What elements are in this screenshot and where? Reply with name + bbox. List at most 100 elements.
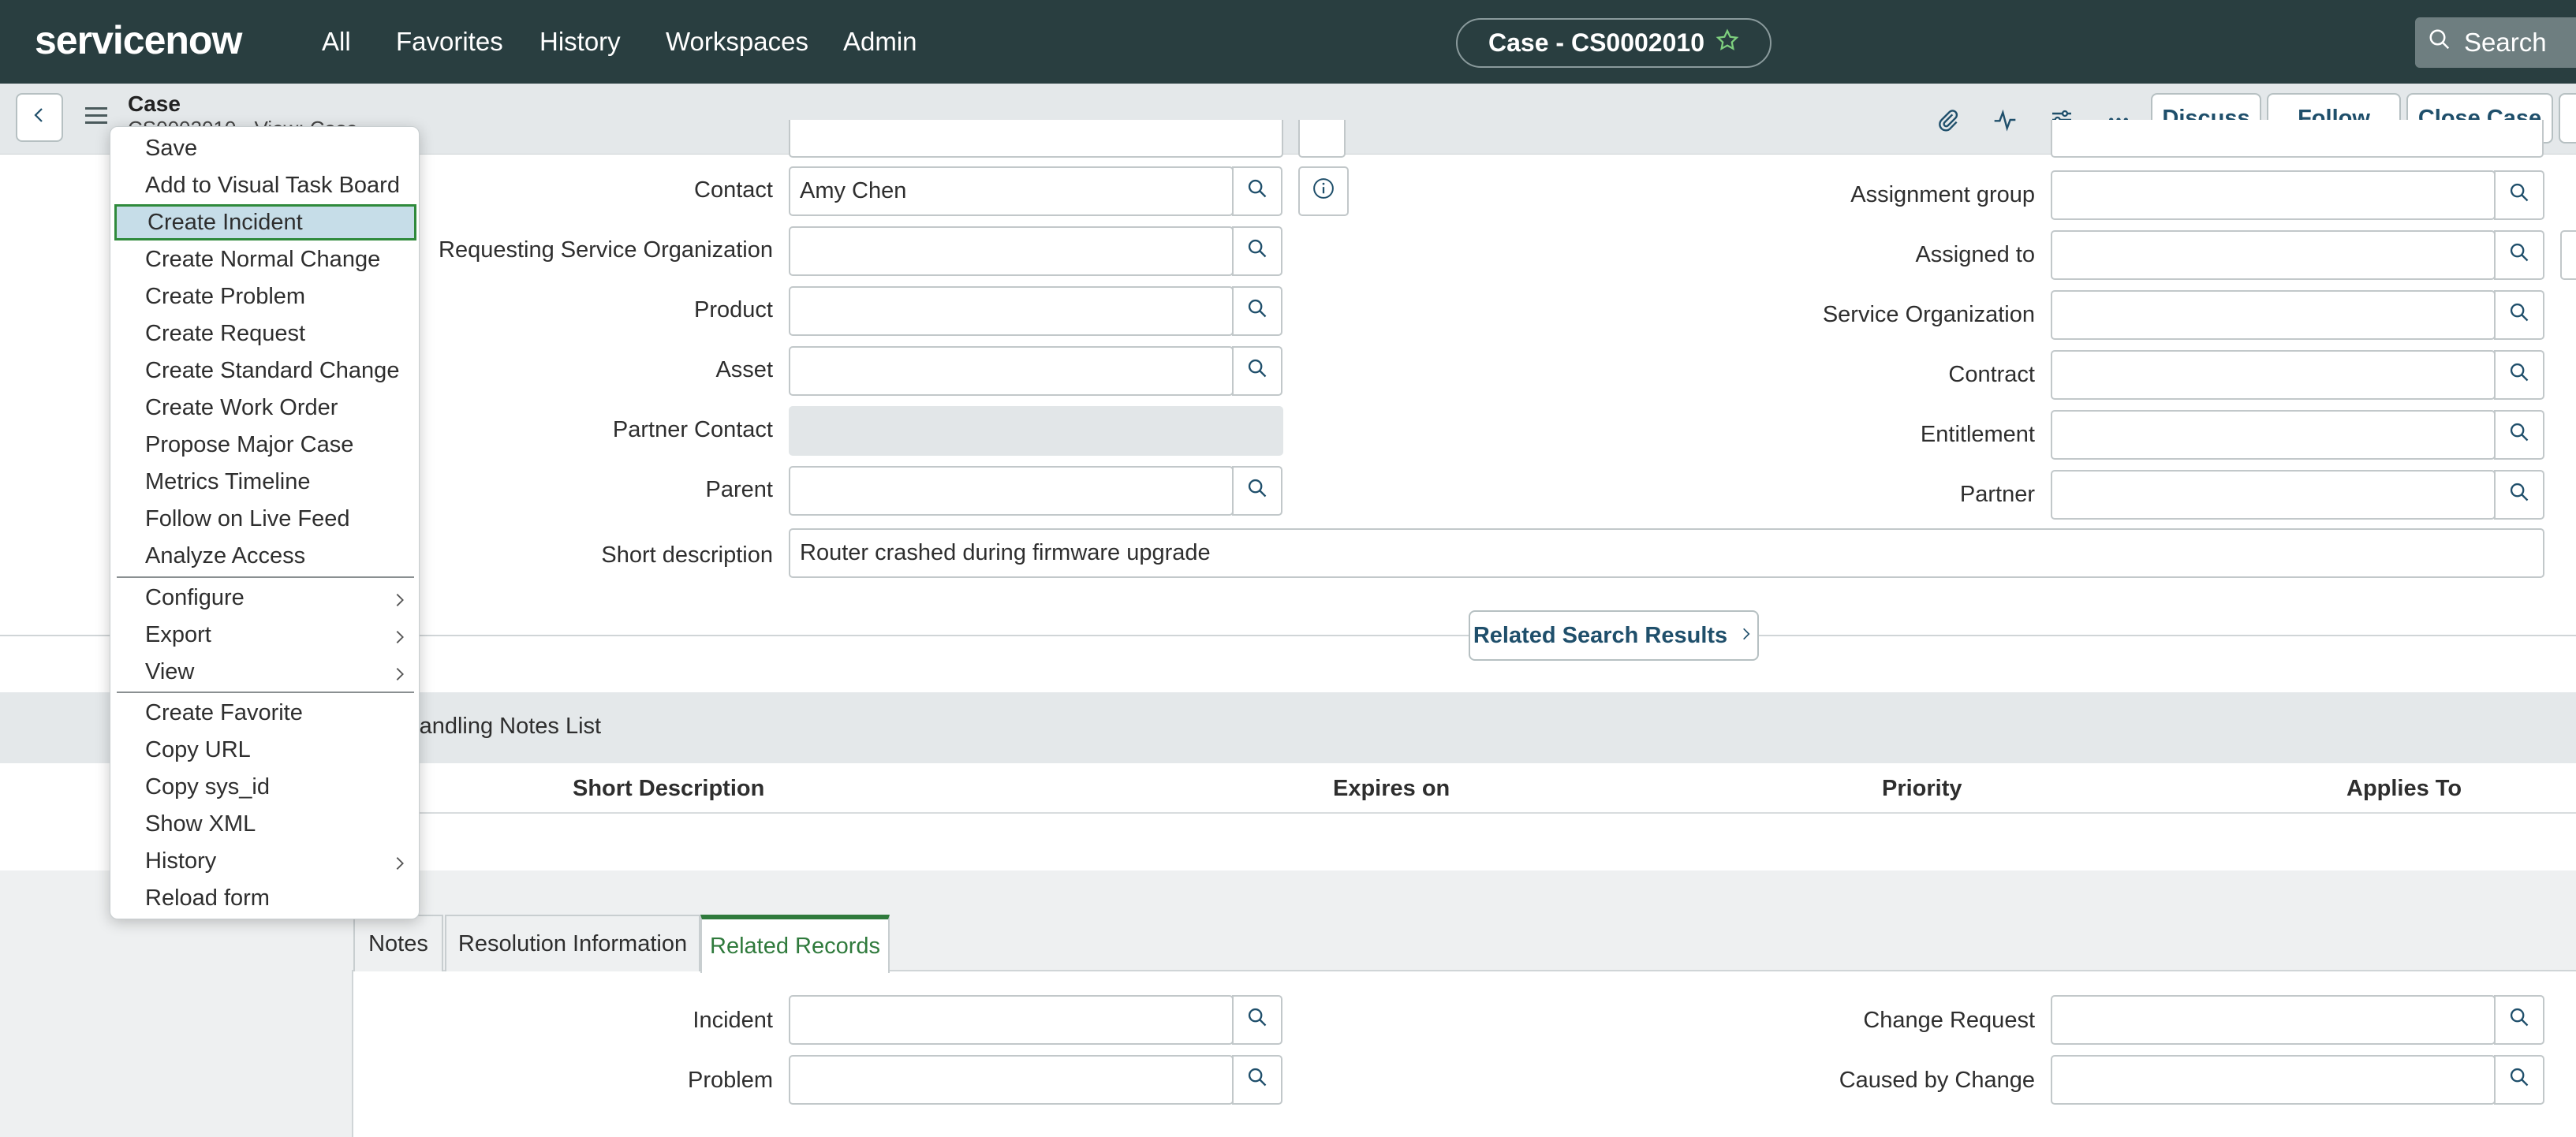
menu-item-view[interactable]: View bbox=[110, 654, 420, 690]
scrolled-button-left bbox=[1298, 120, 1346, 158]
entitlement-lookup-button[interactable] bbox=[2494, 410, 2544, 460]
menu-item-create-incident[interactable]: Create Incident bbox=[114, 204, 416, 240]
paperclip-icon[interactable] bbox=[1932, 104, 1964, 136]
contact-lookup-button[interactable] bbox=[1232, 166, 1282, 216]
back-button[interactable] bbox=[16, 93, 63, 142]
change-request-input[interactable] bbox=[2051, 995, 2496, 1045]
search-icon bbox=[1246, 237, 1268, 266]
contact-input[interactable]: Amy Chen bbox=[789, 166, 1234, 216]
menu-item-configure-label: Configure bbox=[145, 584, 245, 610]
menu-item-save[interactable]: Save bbox=[110, 130, 420, 166]
related-search-results-button[interactable]: Related Search Results bbox=[1469, 610, 1759, 661]
contract-input[interactable] bbox=[2051, 350, 2496, 400]
search-icon bbox=[1246, 297, 1268, 326]
service-organization-input[interactable] bbox=[2051, 290, 2496, 340]
activity-icon[interactable] bbox=[1989, 104, 2021, 136]
menu-item-create-standard-change[interactable]: Create Standard Change bbox=[110, 352, 420, 389]
service-organization-label: Service Organization bbox=[1822, 302, 2035, 327]
nav-history[interactable]: History bbox=[539, 27, 621, 57]
menu-item-create-favorite[interactable]: Create Favorite bbox=[110, 695, 420, 731]
problem-label: Problem bbox=[688, 1068, 773, 1093]
nav-all[interactable]: All bbox=[322, 27, 351, 57]
menu-item-create-request[interactable]: Create Request bbox=[110, 315, 420, 352]
requesting-service-organization-input[interactable] bbox=[789, 226, 1234, 276]
problem-input[interactable] bbox=[789, 1055, 1234, 1105]
partner-contact-input bbox=[789, 406, 1283, 456]
menu-item-copy-url[interactable]: Copy URL bbox=[110, 732, 420, 768]
service-organization-lookup-button[interactable] bbox=[2494, 290, 2544, 340]
column-short-description[interactable]: Short Description bbox=[573, 776, 764, 802]
tab-related-records[interactable]: Related Records bbox=[700, 915, 890, 973]
menu-item-configure[interactable]: Configure bbox=[110, 580, 420, 616]
caused-by-change-input[interactable] bbox=[2051, 1055, 2496, 1105]
parent-lookup-button[interactable] bbox=[1232, 466, 1282, 516]
asset-lookup-button[interactable] bbox=[1232, 346, 1282, 396]
tab-resolution-information[interactable]: Resolution Information bbox=[445, 915, 700, 971]
menu-item-propose-major-case[interactable]: Propose Major Case bbox=[110, 427, 420, 463]
problem-lookup-button[interactable] bbox=[1232, 1055, 1282, 1105]
menu-item-create-problem[interactable]: Create Problem bbox=[110, 278, 420, 315]
contact-info-button[interactable] bbox=[1298, 166, 1349, 216]
servicenow-logo[interactable]: servicenow bbox=[35, 17, 242, 63]
scrolled-field-left bbox=[789, 120, 1283, 158]
asset-input[interactable] bbox=[789, 346, 1234, 396]
assigned-to-input[interactable] bbox=[2051, 230, 2496, 280]
record-title-pill[interactable]: Case - CS0002010 bbox=[1456, 18, 1771, 68]
incident-lookup-button[interactable] bbox=[1232, 995, 1282, 1045]
tab-notes[interactable]: Notes bbox=[353, 915, 443, 971]
column-priority[interactable]: Priority bbox=[1882, 776, 1962, 802]
menu-item-show-xml[interactable]: Show XML bbox=[110, 806, 420, 842]
assigned-to-lookup-button[interactable] bbox=[2494, 230, 2544, 280]
form-context-menu: Save Add to Visual Task Board Create Inc… bbox=[110, 126, 420, 919]
partner-input[interactable] bbox=[2051, 470, 2496, 520]
menu-item-metrics-timeline[interactable]: Metrics Timeline bbox=[110, 464, 420, 500]
record-title: Case - CS0002010 bbox=[1488, 28, 1704, 57]
contract-lookup-button[interactable] bbox=[2494, 350, 2544, 400]
product-input[interactable] bbox=[789, 286, 1234, 336]
overflow-button[interactable] bbox=[2559, 93, 2576, 144]
requesting-service-organization-lookup-button[interactable] bbox=[1232, 226, 1282, 276]
info-icon bbox=[1312, 177, 1335, 207]
column-applies-to[interactable]: Applies To bbox=[2346, 776, 2462, 802]
search-icon bbox=[2508, 301, 2530, 330]
nav-favorites[interactable]: Favorites bbox=[396, 27, 503, 57]
nav-workspaces[interactable]: Workspaces bbox=[666, 27, 808, 57]
menu-item-add-to-visual-task-board[interactable]: Add to Visual Task Board bbox=[110, 167, 420, 203]
menu-item-reload-form[interactable]: Reload form bbox=[110, 880, 420, 916]
partner-lookup-button[interactable] bbox=[2494, 470, 2544, 520]
star-icon[interactable] bbox=[1715, 28, 1739, 58]
parent-input[interactable] bbox=[789, 466, 1234, 516]
search-icon bbox=[2428, 28, 2451, 58]
incident-input[interactable] bbox=[789, 995, 1234, 1045]
related-search-label: Related Search Results bbox=[1473, 622, 1728, 648]
column-expires-on[interactable]: Expires on bbox=[1333, 776, 1450, 802]
menu-item-export[interactable]: Export bbox=[110, 617, 420, 653]
search-icon bbox=[1246, 1066, 1268, 1094]
product-lookup-button[interactable] bbox=[1232, 286, 1282, 336]
short-description-input[interactable]: Router crashed during firmware upgrade bbox=[789, 528, 2544, 578]
menu-item-history-label: History bbox=[145, 848, 217, 874]
menu-item-copy-sys-id[interactable]: Copy sys_id bbox=[110, 769, 420, 805]
menu-item-export-label: Export bbox=[145, 621, 211, 647]
search-icon bbox=[2508, 1006, 2530, 1034]
menu-item-history[interactable]: History bbox=[110, 843, 420, 879]
entitlement-input[interactable] bbox=[2051, 410, 2496, 460]
hamburger-icon[interactable] bbox=[85, 107, 107, 125]
search-icon bbox=[2508, 1066, 2530, 1094]
menu-item-analyze-access[interactable]: Analyze Access bbox=[110, 538, 420, 574]
menu-item-create-work-order[interactable]: Create Work Order bbox=[110, 390, 420, 426]
global-search[interactable]: Search bbox=[2415, 17, 2576, 68]
nav-admin[interactable]: Admin bbox=[843, 27, 917, 57]
menu-item-create-normal-change[interactable]: Create Normal Change bbox=[110, 241, 420, 278]
menu-separator bbox=[117, 576, 414, 578]
assigned-to-extra-button[interactable] bbox=[2560, 230, 2576, 280]
change-request-label: Change Request bbox=[1863, 1008, 2035, 1033]
chevron-right-icon bbox=[394, 663, 406, 689]
search-icon bbox=[1246, 177, 1268, 206]
assignment-group-input[interactable] bbox=[2051, 170, 2496, 220]
caused-by-change-lookup-button[interactable] bbox=[2494, 1055, 2544, 1105]
menu-item-follow-on-live-feed[interactable]: Follow on Live Feed bbox=[110, 501, 420, 537]
change-request-lookup-button[interactable] bbox=[2494, 995, 2544, 1045]
assignment-group-lookup-button[interactable] bbox=[2494, 170, 2544, 220]
chevron-right-icon bbox=[394, 626, 406, 652]
